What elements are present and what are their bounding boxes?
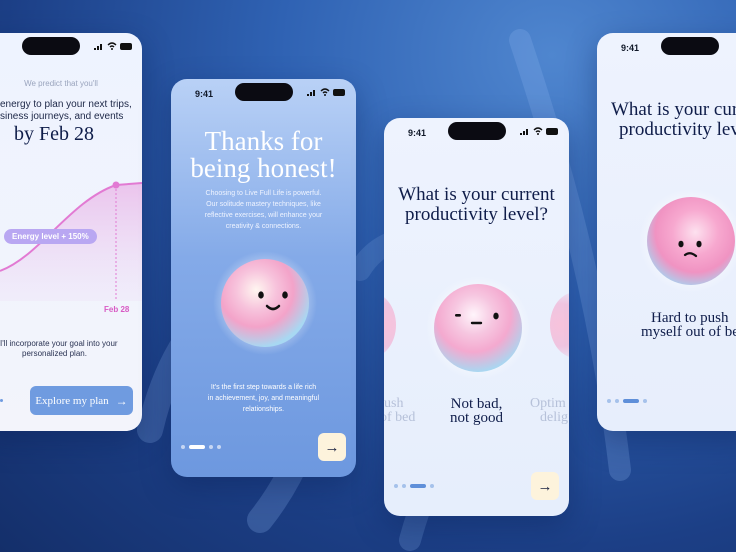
wifi-icon [533,127,543,135]
phone-screen-productivity-sad: 9:41 What is your cur productivity lev H… [597,33,736,431]
dynamic-island [22,37,80,55]
status-icons [520,127,559,135]
page-indicator [181,445,221,449]
phone-screen-thanks: 9:41 Thanks for being honest! Choosing t… [171,79,356,477]
phone-screen-productivity: 9:41 What is your current productivity l… [384,118,569,516]
option-right-line2[interactable]: delig [540,410,568,426]
battery-icon [120,43,132,50]
status-time: 9:41 [195,89,214,99]
energy-level-badge: Energy level + 150% [4,229,97,244]
footer-line3: relationships. [242,406,285,413]
incorporate-line1: I'll incorporate your goal into your [0,339,118,348]
next-button[interactable]: → [531,472,559,500]
status-time: 9:41 [621,43,640,53]
phone-screen-energy-plan: We predict that you'll energy to plan yo… [0,33,142,431]
question-title-line1: What is your cur [611,99,736,120]
sad-orb-icon[interactable] [639,189,736,293]
dynamic-island [235,83,293,101]
page-indicator [607,399,647,403]
wifi-icon [107,42,117,50]
description-line2: Our solitude mastery techniques, like [206,201,321,208]
left-orb-option[interactable] [384,292,396,358]
signal-icon [94,44,102,50]
prev-dot [0,399,3,402]
right-orb-option[interactable] [550,292,569,358]
arrow-right-icon: → [115,393,128,408]
question-title-line2: productivity lev [619,119,736,140]
question-title-line1: What is your current [398,184,555,205]
signal-icon [520,129,528,135]
battery-icon [546,128,558,135]
wifi-icon [320,88,330,96]
description-line4: creativity & connections. [225,223,302,230]
question-title-line2: productivity level? [405,204,548,225]
thanks-title-line2: being honest! [190,153,337,183]
page-indicator [394,484,434,488]
incorporate-line2: personalized plan. [22,349,87,358]
arrow-right-icon: → [537,477,553,495]
explore-plan-button[interactable]: Explore my plan → [30,386,133,415]
description-line3: reflective exercises, will enhance your [204,212,323,219]
dynamic-island [661,37,719,55]
plan-body-line1: energy to plan your next trips, [0,99,132,110]
date-headline: by Feb 28 [14,123,94,145]
predict-text: We predict that you'll [24,79,98,88]
neutral-orb-icon[interactable] [426,276,530,380]
option-line2[interactable]: myself out of bed [641,324,736,341]
footer-line2: in achievement, joy, and meaningful [207,395,320,402]
status-time: 9:41 [408,128,427,138]
battery-icon [333,89,345,96]
happy-orb-icon [213,251,317,355]
explore-plan-label: Explore my plan [35,394,109,407]
signal-icon [307,90,315,96]
next-button[interactable]: → [318,433,346,461]
description-line1: Choosing to Live Full Life is powerful. [205,190,322,197]
arrow-right-icon: → [324,438,340,456]
status-icons [94,42,133,50]
status-icons [307,88,346,96]
plan-body-line2: siness journeys, and events [0,111,124,122]
dynamic-island [448,122,506,140]
footer-line1: It's the first step towards a life rich [210,384,317,391]
chart-axis-label: Feb 28 [104,305,130,314]
